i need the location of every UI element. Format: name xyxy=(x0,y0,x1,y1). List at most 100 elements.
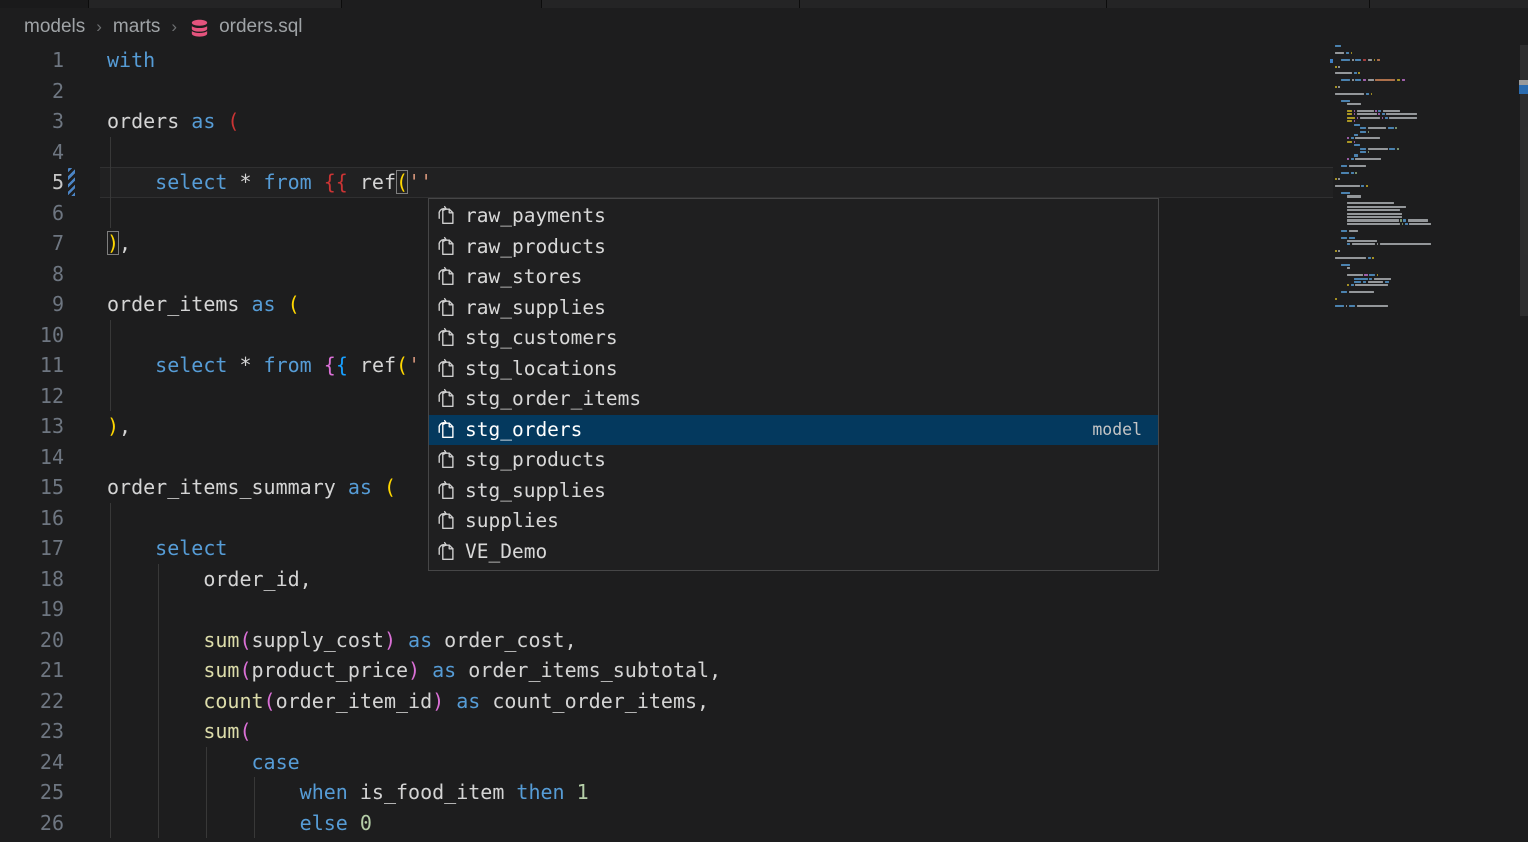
suggest-item[interactable]: supplies xyxy=(429,506,1158,537)
minimap-line xyxy=(1338,178,1340,180)
code-line[interactable]: 23 sum( xyxy=(0,716,1528,747)
minimap-line xyxy=(1371,93,1373,95)
minimap-line xyxy=(1352,59,1354,61)
suggest-item[interactable]: stg_ordersmodel xyxy=(429,415,1158,446)
suggest-item[interactable]: raw_supplies xyxy=(429,293,1158,324)
minimap-line xyxy=(1351,172,1354,174)
code-text: select * from {{ ref(' xyxy=(107,350,420,381)
code-text: with xyxy=(107,45,155,76)
overview-modified-marker xyxy=(1519,85,1528,94)
code-text: order_id, xyxy=(107,564,312,595)
tab-segment[interactable] xyxy=(1106,0,1369,8)
minimap-line xyxy=(1338,250,1340,252)
breadcrumb-item[interactable]: models xyxy=(24,16,85,38)
minimap-line xyxy=(1335,257,1366,259)
minimap-line xyxy=(1335,72,1352,74)
code-line[interactable]: 5 select * from {{ ref('' xyxy=(0,167,1528,198)
gutter-decoration xyxy=(68,46,75,74)
tab-segment[interactable] xyxy=(88,0,341,8)
suggest-item[interactable]: stg_locations xyxy=(429,354,1158,385)
minimap-line xyxy=(1354,72,1357,74)
minimap-line xyxy=(1397,148,1399,150)
tab-segment[interactable] xyxy=(341,0,541,8)
code-line[interactable]: 22 count(order_item_id) as count_order_i… xyxy=(0,686,1528,717)
snippet-icon xyxy=(435,388,457,410)
suggest-item[interactable]: raw_stores xyxy=(429,262,1158,293)
autocomplete-popup: raw_payments raw_products raw_stores raw… xyxy=(428,198,1159,571)
suggest-item-label: stg_supplies xyxy=(465,476,606,507)
minimap-line xyxy=(1389,117,1417,119)
suggest-item[interactable]: stg_supplies xyxy=(429,476,1158,507)
code-line[interactable]: 26 else 0 xyxy=(0,808,1528,839)
minimap-line xyxy=(1372,257,1374,259)
indent-guide xyxy=(110,137,111,168)
code-line[interactable]: 2 xyxy=(0,76,1528,107)
minimap-line xyxy=(1347,216,1401,218)
minimap-line xyxy=(1377,243,1379,245)
line-number: 23 xyxy=(0,716,64,747)
line-number: 10 xyxy=(0,320,64,351)
minimap-line xyxy=(1388,127,1394,129)
minimap-line xyxy=(1354,144,1360,146)
suggest-item[interactable]: VE_Demo xyxy=(429,537,1158,568)
minimap-line xyxy=(1347,274,1363,276)
line-number: 3 xyxy=(0,106,64,137)
code-line[interactable]: 4 xyxy=(0,137,1528,168)
suggest-item-label: stg_locations xyxy=(465,354,618,385)
gutter-decoration xyxy=(68,504,75,532)
minimap-line xyxy=(1335,86,1337,88)
minimap-line xyxy=(1361,185,1364,187)
snippet-icon xyxy=(435,236,457,258)
tab-segment[interactable] xyxy=(799,0,1106,8)
snippet-icon xyxy=(435,205,457,227)
code-line[interactable]: 24 case xyxy=(0,747,1528,778)
suggest-item[interactable]: raw_payments xyxy=(429,201,1158,232)
line-number: 8 xyxy=(0,259,64,290)
minimap-line xyxy=(1347,113,1352,115)
breadcrumb-item[interactable]: marts xyxy=(113,16,161,38)
indent-guide xyxy=(158,594,159,625)
minimap-line xyxy=(1363,59,1366,61)
minimap-line xyxy=(1366,185,1368,187)
minimap-line xyxy=(1355,59,1361,61)
code-text: order_items as ( xyxy=(107,289,300,320)
line-number: 21 xyxy=(0,655,64,686)
code-line[interactable]: 21 sum(product_price) as order_items_sub… xyxy=(0,655,1528,686)
minimap-line xyxy=(1347,209,1400,211)
tab-segment[interactable] xyxy=(0,0,88,8)
code-line[interactable]: 20 sum(supply_cost) as order_cost, xyxy=(0,625,1528,656)
code-line[interactable]: 3orders as ( xyxy=(0,106,1528,137)
code-line[interactable]: 25 when is_food_item then 1 xyxy=(0,777,1528,808)
code-line[interactable]: 1with xyxy=(0,45,1528,76)
code-text: case xyxy=(107,747,300,778)
minimap-line xyxy=(1386,113,1417,115)
minimap-line xyxy=(1354,141,1356,143)
breadcrumb-file[interactable]: orders.sql xyxy=(219,16,302,38)
gutter-decoration xyxy=(68,382,75,410)
tab-segment[interactable] xyxy=(1369,0,1528,8)
minimap-line xyxy=(1347,267,1350,269)
minimap-line xyxy=(1346,305,1348,307)
minimap-line xyxy=(1347,206,1406,208)
minimap-line xyxy=(1349,237,1355,239)
minimap-line xyxy=(1409,223,1431,225)
suggest-item[interactable]: stg_customers xyxy=(429,323,1158,354)
minimap-line xyxy=(1335,250,1337,252)
indent-guide xyxy=(110,503,111,534)
minimap[interactable] xyxy=(1333,45,1519,325)
minimap-line xyxy=(1341,172,1349,174)
minimap-line xyxy=(1355,137,1380,139)
code-line[interactable]: 19 xyxy=(0,594,1528,625)
suggest-item-label: raw_supplies xyxy=(465,293,606,324)
tab-segment[interactable] xyxy=(541,0,799,8)
minimap-line xyxy=(1347,158,1349,160)
suggest-item[interactable]: stg_order_items xyxy=(429,384,1158,415)
suggest-item[interactable]: raw_products xyxy=(429,232,1158,263)
gutter-decoration xyxy=(68,107,75,135)
minimap-line xyxy=(1355,79,1361,81)
snippet-icon xyxy=(435,510,457,532)
minimap-line xyxy=(1368,59,1373,61)
suggest-item[interactable]: stg_products xyxy=(429,445,1158,476)
minimap-line xyxy=(1363,281,1366,283)
minimap-line xyxy=(1349,305,1355,307)
